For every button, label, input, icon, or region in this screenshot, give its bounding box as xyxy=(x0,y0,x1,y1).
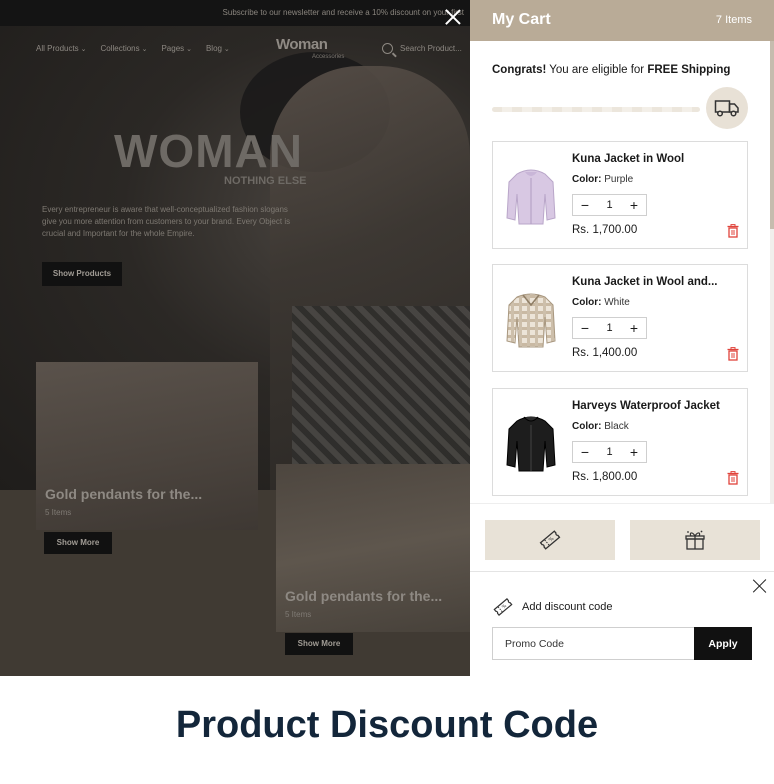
item-price: Rs. 1,700.00 xyxy=(572,224,638,236)
nav-all-products[interactable]: All Products xyxy=(36,44,87,53)
collection-card-2[interactable]: Gold pendants for the... 5 Items xyxy=(276,464,470,632)
congrats-text: Congrats! xyxy=(492,64,547,76)
discount-label: Add discount code xyxy=(522,601,613,613)
close-cart-icon[interactable] xyxy=(444,8,462,26)
truck-badge xyxy=(706,87,748,129)
cart-header: My Cart 7 Items xyxy=(470,0,774,41)
ticket-icon: % xyxy=(539,530,561,550)
apply-button[interactable]: Apply xyxy=(694,627,752,660)
screenshot-stage: Subscribe to our newsletter and receive … xyxy=(0,0,774,676)
quantity-value[interactable]: 1 xyxy=(598,442,622,462)
color-label: Color: xyxy=(572,421,602,432)
quantity-stepper: − 1 + xyxy=(572,441,647,463)
increase-qty-button[interactable]: + xyxy=(622,195,646,215)
main-nav: All Products Collections Pages Blog xyxy=(36,44,230,53)
nav-blog[interactable]: Blog xyxy=(206,44,230,53)
nav-collections[interactable]: Collections xyxy=(101,44,148,53)
quantity-stepper: − 1 + xyxy=(572,317,647,339)
cart-item-count: 7 Items xyxy=(715,14,752,26)
cart-action-row: % xyxy=(470,503,774,571)
color-label: Color: xyxy=(572,297,602,308)
discount-code-panel: % Add discount code Apply xyxy=(470,571,774,676)
collection-title: Gold pendants for the... xyxy=(45,486,203,502)
item-color: Color: Purple xyxy=(572,174,633,185)
color-label: Color: xyxy=(572,174,602,185)
collection-count: 5 Items xyxy=(45,508,72,517)
black-jacket-image[interactable] xyxy=(503,411,559,475)
hero-subtitle: NOTHING ELSE xyxy=(224,175,307,187)
collection-count: 5 Items xyxy=(285,610,312,619)
store-logo[interactable]: Woman xyxy=(276,36,328,53)
close-discount-icon[interactable] xyxy=(752,578,768,594)
item-name[interactable]: Kuna Jacket in Wool xyxy=(572,153,684,165)
trash-icon[interactable] xyxy=(727,471,739,485)
color-value: Purple xyxy=(604,174,634,185)
cart-title: My Cart xyxy=(492,11,551,28)
item-price: Rs. 1,400.00 xyxy=(572,347,638,359)
trash-icon[interactable] xyxy=(727,224,739,238)
item-color: Color: Black xyxy=(572,421,629,432)
decrease-qty-button[interactable]: − xyxy=(573,318,597,338)
hero-description: Every entrepreneur is aware that well-co… xyxy=(42,205,291,238)
promo-code-input[interactable] xyxy=(492,627,695,660)
shipping-progress-bar xyxy=(492,107,700,112)
item-price: Rs. 1,800.00 xyxy=(572,471,638,483)
cart-item: Harveys Waterproof Jacket Color: Black −… xyxy=(492,388,748,496)
show-more-button-2[interactable]: Show More xyxy=(285,633,353,655)
show-products-button[interactable]: Show Products xyxy=(42,262,122,286)
cart-drawer: My Cart 7 Items Congrats! You are eligib… xyxy=(470,0,774,676)
gift-button[interactable] xyxy=(630,520,760,560)
trash-icon[interactable] xyxy=(727,347,739,361)
search-icon[interactable] xyxy=(382,43,393,54)
announcement-bar: Subscribe to our newsletter and receive … xyxy=(0,0,470,26)
color-value: White xyxy=(604,297,630,308)
search-input[interactable]: Search Product... xyxy=(400,44,462,53)
free-shipping-text: FREE Shipping xyxy=(647,64,731,76)
gift-icon xyxy=(685,530,705,550)
increase-qty-button[interactable]: + xyxy=(622,442,646,462)
show-more-button-1[interactable]: Show More xyxy=(44,532,112,554)
collection-card-1[interactable]: Gold pendants for the... 5 Items xyxy=(36,362,258,530)
storefront-background: Subscribe to our newsletter and receive … xyxy=(0,0,470,676)
color-value: Black xyxy=(604,421,629,432)
cart-item: Kuna Jacket in Wool Color: Purple − 1 + … xyxy=(492,141,748,249)
shipping-middle-text: You are eligible for xyxy=(546,64,648,76)
collection-title: Gold pendants for the... xyxy=(285,588,443,604)
truck-icon xyxy=(714,100,739,117)
discount-ticket-icon: % xyxy=(493,598,513,616)
decrease-qty-button[interactable]: − xyxy=(573,195,597,215)
increase-qty-button[interactable]: + xyxy=(622,318,646,338)
quantity-stepper: − 1 + xyxy=(572,194,647,216)
plaid-jacket-image[interactable] xyxy=(503,287,559,351)
cart-scrollbar-thumb[interactable] xyxy=(770,41,774,229)
item-name[interactable]: Harveys Waterproof Jacket xyxy=(572,400,720,412)
feature-caption: Product Discount Code xyxy=(175,704,599,746)
quantity-value[interactable]: 1 xyxy=(598,318,622,338)
hero-title: WOMAN xyxy=(114,125,303,177)
quantity-value[interactable]: 1 xyxy=(598,195,622,215)
item-name[interactable]: Kuna Jacket in Wool and... xyxy=(572,276,717,288)
cart-item: Kuna Jacket in Wool and... Color: White … xyxy=(492,264,748,372)
store-logo-sub: Accessories xyxy=(312,54,345,60)
coupon-button[interactable]: % xyxy=(485,520,615,560)
free-shipping-message: Congrats! You are eligible for FREE Ship… xyxy=(492,64,730,76)
item-color: Color: White xyxy=(572,297,630,308)
purple-jacket-image[interactable] xyxy=(503,164,559,228)
decrease-qty-button[interactable]: − xyxy=(573,442,597,462)
nav-pages[interactable]: Pages xyxy=(161,44,192,53)
